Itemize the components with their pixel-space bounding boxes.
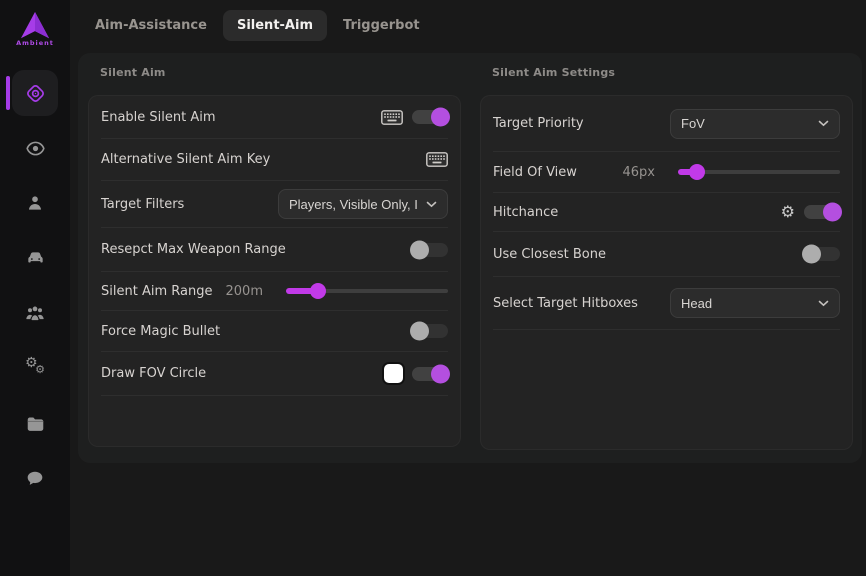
force-magic-bullet-toggle[interactable]: [412, 324, 448, 338]
chevron-down-icon: [818, 120, 829, 127]
chevron-down-icon: [818, 300, 829, 307]
silent-aim-range-slider[interactable]: [286, 289, 448, 293]
row-label: Target Priority: [493, 116, 584, 131]
row-draw-fov-circle: Draw FOV Circle: [101, 352, 448, 396]
sidebar-item-visuals[interactable]: [12, 125, 58, 171]
row-label: Hitchance: [493, 205, 558, 220]
keyboard-icon[interactable]: [426, 152, 448, 167]
row-select-target-hitboxes: Select Target Hitboxes Head: [493, 277, 840, 330]
slider-knob[interactable]: [310, 283, 326, 299]
sidebar-nav: ⚙⚙: [0, 70, 70, 510]
target-hitboxes-dropdown[interactable]: Head: [670, 288, 840, 318]
row-label: Alternative Silent Aim Key: [101, 152, 270, 167]
row-silent-aim-range: Silent Aim Range 200m: [101, 272, 448, 311]
sidebar-item-configs[interactable]: [12, 400, 58, 446]
toggle-knob: [802, 245, 821, 264]
row-force-magic-bullet: Force Magic Bullet: [101, 311, 448, 352]
crosshair-icon: [24, 82, 47, 105]
brand-logo[interactable]: Ambient: [0, 0, 70, 58]
silent-aim-card: Enable Silent Aim: [88, 95, 461, 447]
enable-silent-aim-toggle[interactable]: [412, 110, 448, 124]
app-window: Ambient: [0, 0, 866, 576]
sidebar-item-aim[interactable]: [12, 70, 58, 116]
gear-icon[interactable]: ⚙: [781, 204, 795, 220]
silent-aim-section: Silent Aim Enable Silent Aim: [88, 63, 461, 463]
sidebar-item-vehicle[interactable]: [12, 235, 58, 281]
dropdown-value: FoV: [681, 116, 818, 131]
fov-circle-color-swatch[interactable]: [384, 364, 403, 383]
slider-knob[interactable]: [689, 164, 705, 180]
right-panel-title: Silent Aim Settings: [480, 63, 853, 83]
row-target-filters: Target Filters Players, Visible Only, I: [101, 181, 448, 228]
eye-icon: [25, 138, 46, 159]
row-label: Enable Silent Aim: [101, 110, 216, 125]
row-label: Target Filters: [101, 197, 184, 212]
row-label: Field Of View: [493, 165, 577, 180]
target-filters-dropdown[interactable]: Players, Visible Only, I: [278, 189, 448, 219]
row-field-of-view: Field Of View 46px: [493, 152, 840, 193]
dropdown-value: Players, Visible Only, I: [289, 197, 426, 212]
row-label: Draw FOV Circle: [101, 366, 206, 381]
hitchance-toggle[interactable]: [804, 205, 840, 219]
dropdown-value: Head: [681, 296, 818, 311]
toggle-knob: [410, 240, 429, 259]
silent-aim-settings-card: Target Priority FoV Field Of View 46px: [480, 95, 853, 450]
chat-icon: [25, 468, 45, 488]
toggle-knob: [823, 203, 842, 222]
toggle-knob: [431, 108, 450, 127]
row-label: Force Magic Bullet: [101, 324, 220, 339]
toggle-knob: [431, 364, 450, 383]
chevron-down-icon: [426, 201, 437, 208]
row-label: Use Closest Bone: [493, 247, 606, 262]
sidebar: Ambient: [0, 0, 70, 576]
arrowhead-logo-icon: [18, 11, 52, 41]
topbar: Aim-Assistance Silent-Aim Triggerbot: [70, 0, 866, 50]
field-of-view-slider[interactable]: [678, 170, 840, 174]
slider-value: 200m: [226, 284, 263, 299]
active-indicator: [6, 76, 10, 110]
content-panel: Silent Aim Enable Silent Aim: [78, 53, 862, 463]
sidebar-item-settings[interactable]: ⚙⚙: [12, 345, 58, 391]
row-label: Resepct Max Weapon Range: [101, 242, 286, 257]
draw-fov-circle-toggle[interactable]: [412, 367, 448, 381]
use-closest-bone-toggle[interactable]: [804, 247, 840, 261]
respect-weapon-range-toggle[interactable]: [412, 243, 448, 257]
sidebar-item-chat[interactable]: [12, 455, 58, 501]
main-area: Aim-Assistance Silent-Aim Triggerbot Sil…: [70, 0, 866, 576]
row-target-priority: Target Priority FoV: [493, 96, 840, 152]
sidebar-item-player[interactable]: [12, 180, 58, 226]
row-use-closest-bone: Use Closest Bone: [493, 232, 840, 277]
left-panel-title: Silent Aim: [88, 63, 461, 83]
tab-triggerbot[interactable]: Triggerbot: [343, 10, 420, 41]
car-icon: [25, 248, 46, 269]
row-label: Silent Aim Range: [101, 284, 212, 299]
brand-name: Ambient: [16, 39, 54, 47]
row-alternative-key: Alternative Silent Aim Key: [101, 139, 448, 181]
row-label: Select Target Hitboxes: [493, 296, 638, 311]
folder-icon: [25, 414, 46, 433]
row-respect-weapon-range: Resepct Max Weapon Range: [101, 228, 448, 272]
gears-icon: ⚙⚙: [24, 358, 46, 379]
tab-silent-aim[interactable]: Silent-Aim: [223, 10, 327, 41]
user-icon: [25, 193, 45, 213]
slider-value: 46px: [623, 165, 656, 180]
users-icon: [24, 303, 46, 323]
tab-aim-assistance[interactable]: Aim-Assistance: [95, 10, 207, 41]
row-enable-silent-aim: Enable Silent Aim: [101, 96, 448, 139]
sidebar-item-players[interactable]: [12, 290, 58, 336]
target-priority-dropdown[interactable]: FoV: [670, 109, 840, 139]
keyboard-icon[interactable]: [381, 110, 403, 125]
silent-aim-settings-section: Silent Aim Settings Target Priority FoV …: [480, 63, 853, 463]
toggle-knob: [410, 322, 429, 341]
row-hitchance: Hitchance ⚙: [493, 193, 840, 232]
